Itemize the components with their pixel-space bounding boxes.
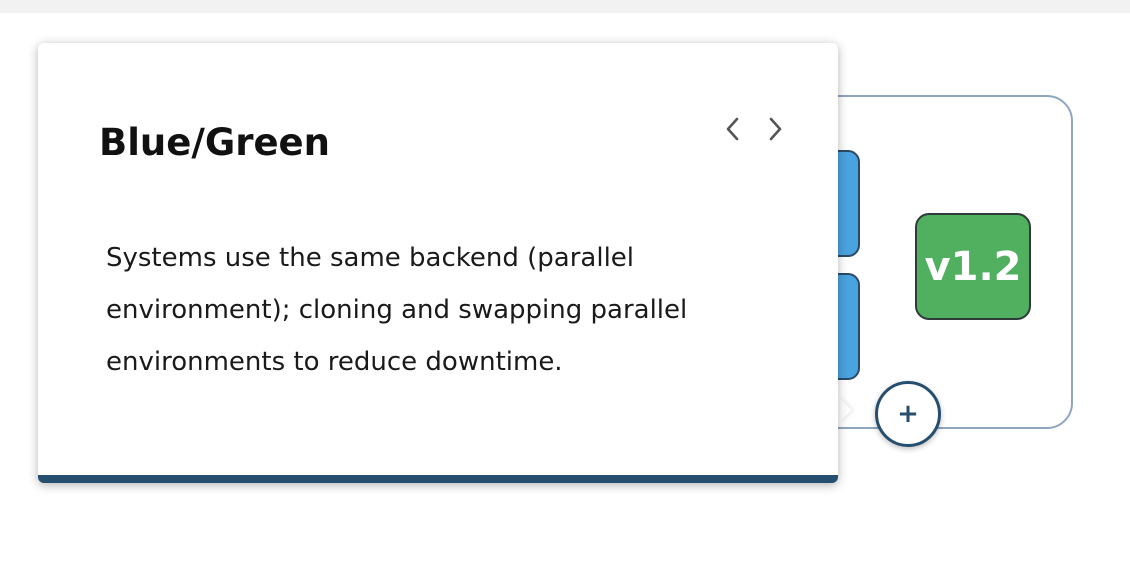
next-button[interactable] xyxy=(760,111,790,147)
version-badge: v1.2 xyxy=(915,213,1031,320)
chevron-right-icon xyxy=(769,117,782,141)
top-strip xyxy=(0,0,1130,13)
previous-button[interactable] xyxy=(718,111,748,147)
version-label: v1.2 xyxy=(924,243,1022,290)
popover-description: Systems use the same backend (parallel e… xyxy=(106,243,688,377)
plus-icon: + xyxy=(897,399,919,429)
add-button[interactable]: + xyxy=(875,381,941,447)
chevron-left-icon xyxy=(726,117,739,141)
info-popover: Blue/Green Systems use the same backend … xyxy=(38,43,838,483)
popover-title: Blue/Green xyxy=(99,121,330,164)
